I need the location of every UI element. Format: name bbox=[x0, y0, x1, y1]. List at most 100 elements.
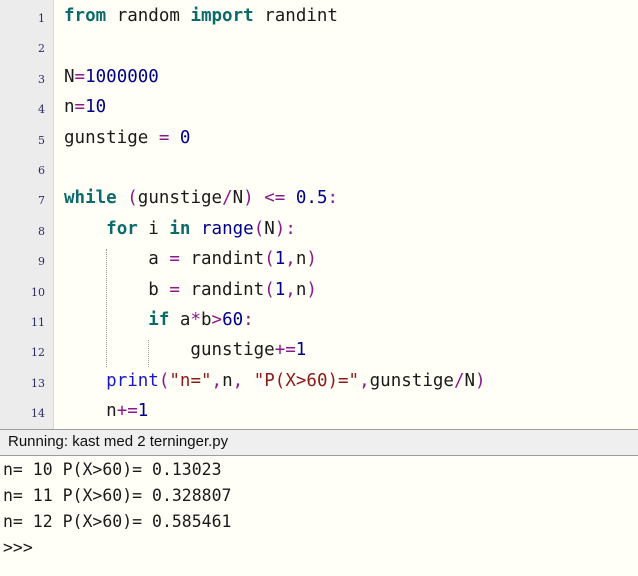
code-token-op: += bbox=[116, 401, 138, 422]
code-token-bi: range bbox=[201, 218, 254, 239]
code-token-op: ( bbox=[158, 370, 170, 391]
line-number: 14 bbox=[31, 407, 45, 421]
code-token-op: , bbox=[359, 370, 370, 391]
code-line[interactable]: print("n=",n, "P(X>60)=",gunstige/N) bbox=[64, 370, 485, 391]
code-token-pl: N bbox=[232, 188, 244, 209]
code-token-op: ( bbox=[127, 188, 138, 209]
code-line[interactable]: a = randint(1,n) bbox=[64, 249, 317, 269]
code-token-pl: randint bbox=[179, 279, 265, 300]
line-number: 10 bbox=[31, 285, 45, 299]
code-token-op: = bbox=[158, 127, 170, 148]
code-token-op: <= bbox=[264, 188, 286, 209]
code-token-op: , bbox=[211, 370, 223, 391]
line-number: 13 bbox=[31, 376, 45, 390]
code-token-kw: in bbox=[169, 218, 191, 239]
line-number-gutter: 1 2 3 4 5 6 7 8 9 10 11 12 13 14 bbox=[0, 0, 54, 429]
code-token-pl: gunstige bbox=[137, 188, 223, 209]
line-number: 4 bbox=[38, 103, 45, 117]
code-token-op: : bbox=[285, 218, 296, 239]
output-line: n= 11 P(X>60)= 0.328807 bbox=[3, 486, 232, 505]
code-token-pl: i bbox=[137, 218, 170, 239]
code-editor-pane[interactable]: 1 2 3 4 5 6 7 8 9 10 11 12 13 14 from random import r… bbox=[0, 0, 638, 429]
code-area[interactable]: from random import randint N=1000000 n=10 g… bbox=[56, 0, 638, 429]
code-token-pl: N bbox=[64, 66, 75, 87]
line-number: 12 bbox=[31, 346, 45, 360]
line-number: 9 bbox=[38, 255, 45, 269]
idle-window: 1 2 3 4 5 6 7 8 9 10 11 12 13 14 from random import r… bbox=[0, 0, 638, 576]
code-token-op: * bbox=[190, 310, 201, 330]
line-number: 1 bbox=[38, 12, 45, 25]
code-token-op: ( bbox=[264, 249, 275, 270]
code-token-op: ) bbox=[274, 218, 286, 239]
status-bar-text: Running: kast med 2 terninger.py bbox=[8, 433, 229, 450]
indent-guide bbox=[148, 340, 150, 367]
code-token-pl: n bbox=[64, 401, 117, 422]
code-token-num: 1000000 bbox=[85, 66, 159, 87]
line-number: 7 bbox=[38, 194, 45, 208]
code-line[interactable]: from random import randint bbox=[64, 6, 338, 26]
code-token-pl: gunstige bbox=[369, 370, 454, 391]
line-number: 11 bbox=[31, 316, 45, 329]
code-line[interactable]: for i in range(N): bbox=[64, 219, 296, 239]
code-line[interactable]: n=10 bbox=[64, 97, 106, 117]
code-token-pl: n bbox=[295, 249, 307, 270]
code-token-pl: a bbox=[64, 249, 170, 270]
code-token-op: > bbox=[211, 310, 223, 330]
code-token-op: / bbox=[222, 188, 233, 209]
code-token-op: , bbox=[232, 370, 244, 391]
code-token-pl: n bbox=[222, 370, 233, 391]
code-token-num: 0.5 bbox=[295, 188, 328, 209]
code-token-pl: b bbox=[201, 310, 212, 330]
line-number: 8 bbox=[38, 224, 45, 238]
code-token-op: ) bbox=[306, 249, 317, 270]
code-line[interactable]: N=1000000 bbox=[64, 67, 159, 87]
code-token-op: = bbox=[74, 97, 86, 118]
code-token-op: = bbox=[74, 66, 86, 87]
code-token-op: = bbox=[169, 279, 180, 300]
line-number: 2 bbox=[38, 42, 45, 56]
code-token-num: 10 bbox=[85, 97, 107, 118]
status-bar: Running: kast med 2 terninger.py bbox=[0, 429, 638, 456]
code-token-num: 1 bbox=[274, 249, 286, 270]
code-token-fn: print bbox=[106, 370, 159, 391]
code-token-num: 60 bbox=[222, 310, 244, 330]
code-token-op: += bbox=[274, 340, 296, 361]
code-token-kw: for bbox=[106, 218, 138, 239]
code-token-kw: if bbox=[148, 310, 170, 330]
code-line[interactable]: while (gunstige/N) <= 0.5: bbox=[64, 188, 338, 208]
code-token-num: 1 bbox=[274, 279, 286, 300]
code-token-pl: b bbox=[64, 279, 170, 300]
code-line[interactable]: b = randint(1,n) bbox=[64, 280, 317, 300]
code-token-pl: n bbox=[295, 279, 307, 300]
code-token-pl: N bbox=[264, 218, 275, 239]
code-token-op: , bbox=[285, 279, 296, 300]
code-token-str: "P(X>60)=" bbox=[253, 370, 360, 391]
code-token-op: ( bbox=[253, 218, 265, 239]
code-line[interactable]: n+=1 bbox=[64, 401, 148, 421]
code-line[interactable]: gunstige+=1 bbox=[64, 340, 306, 360]
line-number: 3 bbox=[38, 72, 45, 86]
code-token-op: = bbox=[169, 249, 180, 270]
code-token-op: : bbox=[327, 188, 339, 209]
code-token-pl: N bbox=[464, 370, 476, 391]
code-line[interactable]: gunstige = 0 bbox=[64, 128, 190, 148]
line-number: 6 bbox=[38, 164, 45, 177]
code-token-op: / bbox=[453, 370, 465, 391]
code-token-op: ) bbox=[243, 188, 254, 209]
code-line[interactable]: if a*b>60: bbox=[64, 310, 253, 330]
line-number: 5 bbox=[38, 133, 45, 147]
code-token-pl: randint bbox=[179, 249, 265, 270]
code-token-op: , bbox=[285, 249, 296, 270]
shell-output-pane[interactable]: n= 10 P(X>60)= 0.13023 n= 11 P(X>60)= 0.3… bbox=[0, 456, 638, 576]
code-token-pl: gunstige bbox=[64, 340, 275, 361]
code-token-num: 1 bbox=[137, 401, 149, 422]
code-token-pl: gunstige bbox=[64, 127, 159, 148]
